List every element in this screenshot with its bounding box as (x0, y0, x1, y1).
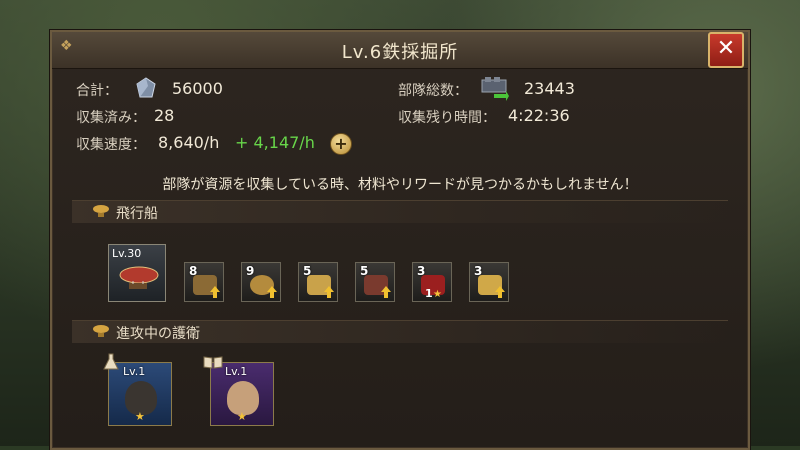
remaining-value: 4:22:36 (508, 106, 570, 125)
speed-value: 8,640/h (158, 133, 220, 152)
item-star-level: 1 (425, 287, 433, 300)
airship-part-slot[interactable]: 8 (184, 262, 224, 302)
troops-icon (481, 77, 509, 101)
airship-part-slot[interactable]: 9 (241, 262, 281, 302)
speed-bonus: + 4,147/h (235, 133, 315, 152)
airship-part-slot[interactable]: 5 (355, 262, 395, 302)
total-label: 合計： (76, 83, 118, 99)
hero-level: Lv.1 (123, 365, 146, 378)
potion-icon (103, 353, 119, 370)
upgrade-arrow-icon (267, 286, 277, 298)
hero-level: Lv.1 (225, 365, 248, 378)
total-value: 56000 (172, 79, 223, 98)
upgrade-arrow-icon (210, 286, 220, 298)
airship-section-label: 飛行船 (116, 206, 158, 222)
airship-icon (93, 205, 109, 217)
mine-info-panel: ❖ Lv.6鉄採掘所 ✕ 合計： 56000 部隊総数： 23443 収集済み：… (50, 30, 750, 450)
remaining-label: 収集残り時間： (398, 110, 496, 126)
star-icon: ★ (433, 289, 442, 300)
escort-section-label: 進攻中の護衛 (116, 326, 200, 342)
airship-level: Lv.30 (112, 247, 142, 260)
star-icon: ★ (237, 410, 247, 423)
iron-ore-icon (136, 77, 156, 98)
book-icon (203, 356, 223, 369)
collected-value: 28 (154, 106, 175, 125)
item-count: 9 (246, 264, 255, 278)
star-icon: ★ (135, 410, 145, 423)
airship-section-header: 飛行船 (72, 200, 728, 223)
panel-title: Lv.6鉄採掘所 (341, 42, 459, 63)
reward-note: 部隊が資源を収集している時、材料やリワードが見つかるかもしれません！ (162, 177, 638, 193)
airship-slot[interactable]: Lv.30 (108, 244, 166, 302)
airship-part-slot[interactable]: 3 1 ★ (412, 262, 452, 302)
close-button[interactable]: ✕ (708, 32, 744, 68)
speed-boost-button[interactable]: + (330, 133, 352, 155)
speed-label: 収集速度： (76, 137, 146, 153)
airship-icon (93, 325, 109, 337)
hero-card[interactable]: Lv.1 ★ (203, 356, 274, 426)
hero-card[interactable]: Lv.1 ★ (103, 353, 172, 426)
airship-part-slot[interactable]: 5 (298, 262, 338, 302)
collected-label: 収集済み： (76, 110, 146, 126)
troops-value: 23443 (524, 79, 575, 98)
airship-picture-icon (119, 266, 159, 289)
escort-section-header: 進攻中の護衛 (72, 320, 728, 343)
title-bar: ❖ Lv.6鉄採掘所 (52, 32, 748, 69)
upgrade-arrow-icon (495, 286, 505, 298)
troops-label: 部隊総数： (398, 83, 468, 99)
upgrade-arrow-icon (324, 286, 334, 298)
upgrade-arrow-icon (381, 286, 391, 298)
airship-part-slot[interactable]: 3 (469, 262, 509, 302)
